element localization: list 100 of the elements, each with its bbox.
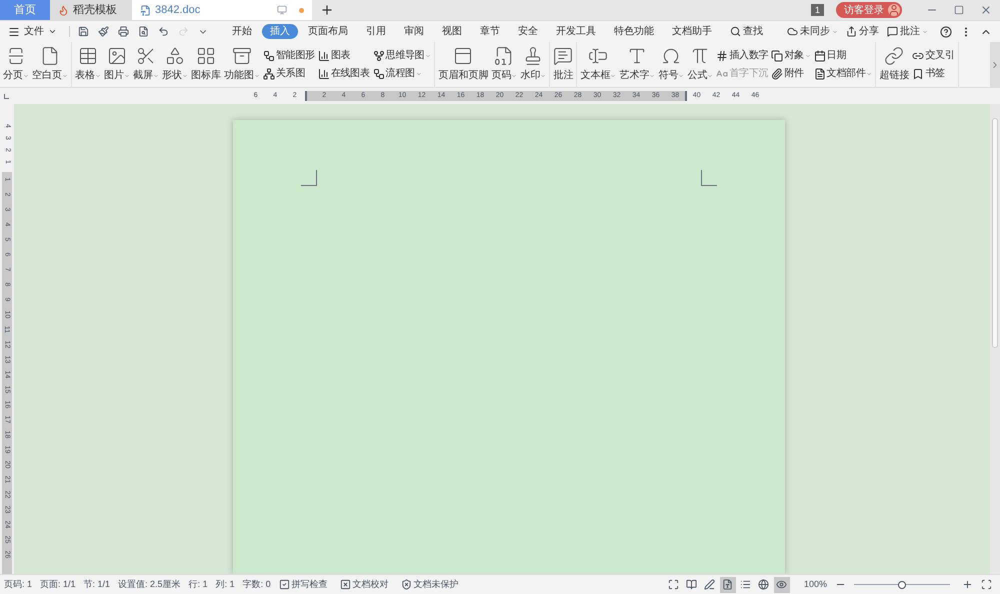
ribbon-tab[interactable]: 审阅 [396, 24, 432, 39]
web-icon [758, 579, 770, 590]
tab[interactable]: 3842.doc [132, 0, 312, 20]
outline-icon [740, 579, 752, 590]
ribbon-tab[interactable]: 引用 [358, 24, 394, 39]
ribbon-button[interactable]: 图表 [318, 48, 370, 63]
caret-icon [866, 70, 872, 76]
status-button[interactable]: 文档未保护 [400, 578, 459, 592]
ribbon-button[interactable]: 书签 [912, 66, 955, 81]
monitor-icon [277, 5, 287, 15]
ribbon-button[interactable]: 插入数字 [716, 48, 768, 63]
ribbon-button[interactable]: 思维导图 [372, 48, 432, 63]
view-mode-button[interactable] [774, 576, 790, 592]
ribbon-button[interactable]: 水印 [520, 42, 546, 87]
fit-screen-icon[interactable] [981, 579, 992, 590]
ribbon-button[interactable]: 流程图 [372, 66, 432, 81]
ribbon-button[interactable]: 功能图 [224, 42, 260, 87]
status-text: 字数: 0 [242, 578, 271, 591]
ribbon-button[interactable]: 图片 [104, 42, 130, 87]
zoom-value[interactable]: 100% [804, 578, 827, 592]
ribbon-tab[interactable]: 插入 [262, 24, 298, 39]
brush-icon[interactable] [98, 26, 109, 37]
view-mode-button[interactable] [720, 576, 736, 592]
undo-icon[interactable] [158, 26, 169, 37]
ribbon-button[interactable]: 艺术字 [619, 42, 656, 87]
number-icon [716, 50, 728, 62]
preview-icon[interactable] [138, 26, 149, 37]
ribbon-tab[interactable]: 文档助手 [664, 24, 720, 39]
status-button[interactable]: 拼写检查 [278, 578, 328, 592]
toolbar-action[interactable]: 分享 [846, 24, 879, 39]
chart-icon [318, 50, 330, 62]
status-text: 设置值: 2.5厘米 [118, 578, 181, 591]
tab[interactable]: 稻壳模板 [50, 0, 132, 20]
help-icon[interactable] [940, 26, 952, 38]
ribbon-button[interactable]: 截屏 [133, 42, 159, 87]
search-button[interactable]: 查找 [730, 24, 763, 39]
table-icon [78, 46, 98, 66]
ribbon-button[interactable]: 对象 [771, 48, 811, 63]
caret-icon [48, 27, 57, 36]
tab-stop-icon[interactable] [4, 94, 9, 98]
restore-icon[interactable] [954, 5, 964, 15]
ribbon-button[interactable]: 超链接 [879, 42, 910, 87]
slider-thumb[interactable] [898, 580, 906, 588]
status-text: 页码: 1 [4, 578, 32, 591]
caret-icon [649, 72, 656, 78]
object-icon [771, 50, 784, 62]
ribbon-button[interactable]: 分页 [3, 42, 29, 87]
ribbon-button[interactable]: 交叉引 [912, 48, 955, 63]
icon-grid-icon [196, 46, 216, 66]
status-button[interactable]: 文档校对 [340, 578, 389, 592]
save-icon[interactable] [78, 26, 89, 37]
calendar-icon [814, 50, 826, 62]
spell-check-icon [278, 579, 290, 590]
omega-icon [661, 46, 682, 66]
ribbon-button[interactable]: 空白页 [32, 42, 68, 87]
zoom-in-icon[interactable] [962, 579, 973, 590]
ribbon-button[interactable]: 批注 [553, 42, 574, 87]
flame-icon [58, 4, 69, 16]
page-view-icon [722, 579, 734, 590]
zoom-slider[interactable] [854, 580, 950, 588]
ribbon-tab[interactable]: 安全 [510, 24, 546, 39]
reading-icon [686, 579, 698, 590]
ribbon-button[interactable]: 页眉和页脚 [438, 42, 488, 87]
ribbon-button[interactable]: 符号 [658, 42, 684, 87]
ribbon-button[interactable]: 页码 [491, 42, 518, 87]
status-text: 列: 1 [216, 578, 235, 591]
caret-icon [23, 72, 29, 78]
ribbon-button[interactable]: 在线图表 [318, 66, 370, 81]
ribbon-button[interactable]: 文本框 [580, 42, 616, 87]
ribbon-tab[interactable]: 开始 [224, 24, 260, 39]
new-tab-icon[interactable] [320, 3, 334, 17]
ribbon-button[interactable]: 附件 [771, 66, 811, 81]
toolbar-action[interactable]: 批注 [887, 24, 928, 39]
ribbon-button[interactable]: 文档部件 [814, 66, 872, 81]
caret-icon [832, 28, 838, 34]
caret-icon [707, 72, 714, 78]
ribbon-button[interactable]: 表格 [75, 42, 101, 87]
comment-icon [553, 46, 574, 66]
ribbon-button[interactable]: 形状 [162, 42, 188, 87]
ribbon-button[interactable]: 公式 [687, 42, 714, 87]
toolbar-action[interactable]: 未同步 [787, 24, 838, 39]
caret-icon [95, 72, 101, 78]
ribbon-button[interactable]: 智能图形 [263, 48, 315, 63]
ribbon-button[interactable]: 日期 [814, 48, 872, 63]
scrollbar[interactable] [990, 104, 1000, 574]
caret-icon [678, 72, 684, 78]
ribbon-tab[interactable]: 特色功能 [606, 24, 662, 39]
ribbon-button[interactable]: 关系图 [263, 66, 315, 81]
print-icon[interactable] [118, 26, 129, 37]
login-button[interactable]: 访客登录 [836, 2, 902, 18]
ribbon-tab[interactable]: 视图 [434, 24, 470, 39]
ribbon-button[interactable]: 图标库 [191, 42, 221, 87]
ribbon-tab[interactable]: 页面布局 [300, 24, 356, 39]
document-icon [140, 4, 151, 16]
mind-map-icon [372, 50, 385, 62]
ribbon-tab[interactable]: 章节 [472, 24, 508, 39]
caret-icon [425, 52, 432, 58]
file-menu[interactable]: 文件 [8, 24, 57, 39]
close-icon[interactable] [980, 4, 992, 16]
ribbon-tab[interactable]: 开发工具 [548, 24, 604, 39]
